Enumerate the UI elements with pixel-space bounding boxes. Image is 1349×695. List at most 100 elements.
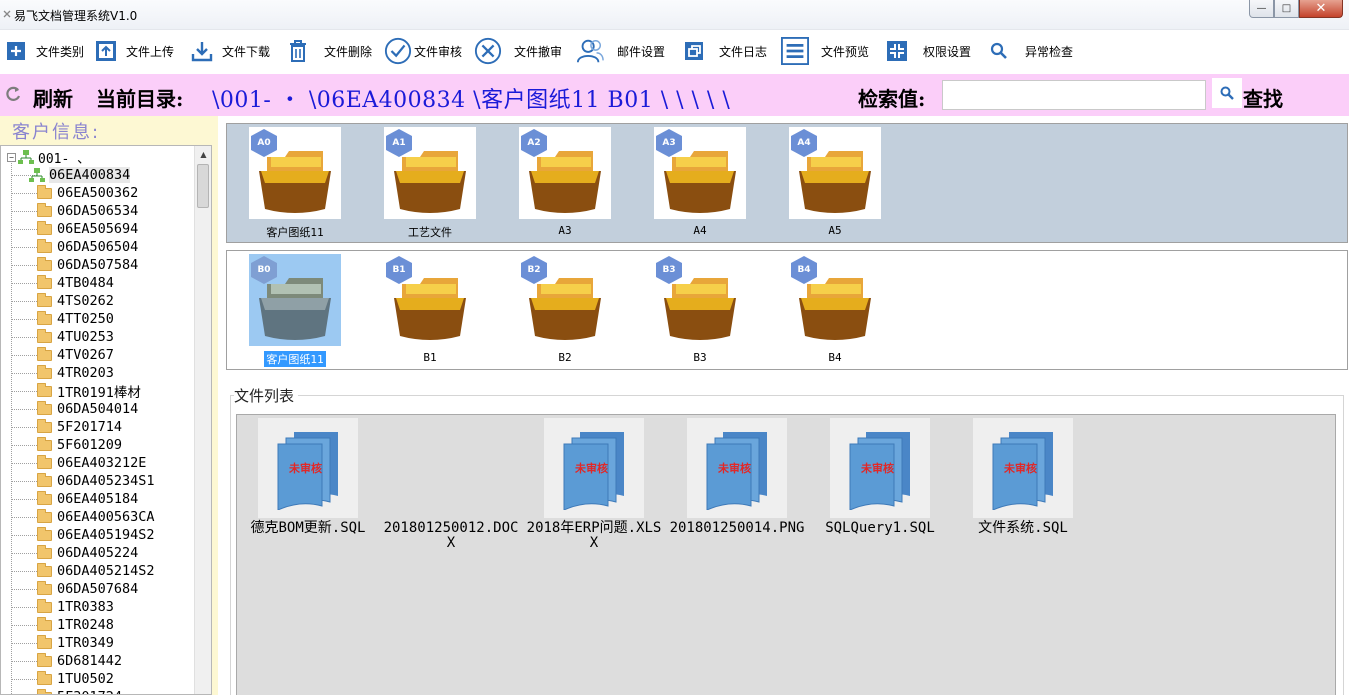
tree-item[interactable]: 06DA405214S2 (11, 562, 155, 580)
tree-item[interactable]: 4TB0484 (11, 274, 114, 292)
folder-caption: 客户图纸11 (264, 351, 326, 367)
tree-connector (11, 588, 37, 590)
tree-connector (11, 354, 37, 356)
toolbar-upload-button[interactable]: 文件上传 (92, 34, 174, 68)
refresh-button[interactable]: 刷新 (33, 83, 73, 112)
scroll-thumb[interactable] (197, 164, 209, 208)
tree-item[interactable]: 06EA500362 (11, 184, 138, 202)
tree-item-label: 1TR0191棒材 (57, 385, 141, 401)
folder-tile[interactable]: B3 B3 (654, 254, 746, 364)
collapse-icon[interactable]: − (7, 152, 16, 162)
file-tile[interactable]: 201801250012.DOCX (381, 418, 521, 551)
tree-item[interactable]: 06EA405194S2 (11, 526, 155, 544)
folder-tile[interactable]: B2 B2 (519, 254, 611, 364)
file-tile[interactable]: 未审核 2018年ERP问题.XLSX (524, 418, 664, 551)
tree-item[interactable]: 1TR0349 (11, 634, 114, 652)
tree-item[interactable]: 4TT0250 (11, 310, 114, 328)
toolbar-download-button[interactable]: 文件下载 (188, 34, 270, 68)
folder-tile[interactable]: A0 客户图纸11 (249, 127, 341, 240)
folder-tile[interactable]: B0 客户图纸11 (249, 254, 341, 367)
tree-item[interactable]: 06DA507584 (11, 256, 138, 274)
find-button[interactable]: 查找 (1243, 83, 1283, 112)
tree-item[interactable]: 1TR0383 (11, 598, 114, 616)
tree-item-label: 4TV0267 (57, 347, 114, 363)
folder-icon (37, 562, 52, 577)
tree-item[interactable]: 06DA507684 (11, 580, 138, 598)
folder-caption: B1 (423, 351, 437, 364)
tree-root-node[interactable]: − 001- 、 (7, 148, 90, 167)
tree-scrollbar[interactable]: ▲ (194, 146, 211, 694)
folder-tile[interactable]: A2 A3 (519, 127, 611, 237)
tree-item[interactable]: 5F601209 (11, 436, 122, 454)
toolbar-permission-button[interactable]: 权限设置 (883, 34, 971, 68)
tree-item[interactable]: 4TU0253 (11, 328, 114, 346)
tree-item[interactable]: 06DA405234S1 (11, 472, 155, 490)
file-tile[interactable]: 未审核 SQLQuery1.SQL (810, 418, 950, 536)
toolbar-withdraw-button[interactable]: 文件撤审 (474, 34, 562, 68)
toolbar-mail-settings-button[interactable]: 邮件设置 (576, 34, 665, 68)
search-input[interactable] (942, 80, 1206, 110)
folder-tile[interactable]: B1 B1 (384, 254, 476, 364)
folder-icon: A2 (519, 127, 611, 219)
maximize-button[interactable]: □ (1274, 0, 1299, 18)
document-stack-icon: 未审核 (830, 418, 930, 518)
tree-item[interactable]: 06DA506504 (11, 238, 138, 256)
tree-connector (11, 606, 37, 608)
compress-icon (883, 37, 911, 65)
scroll-up-icon[interactable]: ▲ (195, 146, 211, 163)
users-icon (576, 37, 604, 65)
tree-connector (11, 462, 37, 464)
tree-item[interactable]: 1TR0248 (11, 616, 114, 634)
tree-item[interactable]: 06DA504014 (11, 400, 138, 418)
tree-connector (11, 264, 37, 266)
tree-item-label: 4TT0250 (57, 311, 114, 327)
file-name: 201801250012.DOCX (383, 520, 519, 551)
tree-connector (11, 372, 37, 374)
tree-item[interactable]: 4TR0203 (11, 364, 114, 382)
folder-tile[interactable]: B4 B4 (789, 254, 881, 364)
file-tile[interactable]: 未审核 文件系统.SQL (953, 418, 1093, 536)
tree-connector (11, 192, 37, 194)
tree-item[interactable]: 4TS0262 (11, 292, 114, 310)
toolbar-file-category-button[interactable]: 文件类别 (2, 34, 84, 68)
tree-item-label: 4TS0262 (57, 293, 114, 309)
tree-item[interactable]: 06DA506534 (11, 202, 138, 220)
tree-item[interactable]: 06EA400563CA (11, 508, 155, 526)
x-circle-icon (474, 37, 502, 65)
tree-item[interactable]: 06EA403212E (11, 454, 146, 472)
tree-item[interactable]: 4TV0267 (11, 346, 114, 364)
refresh-icon[interactable] (4, 85, 22, 103)
file-name: 2018年ERP问题.XLSX (526, 520, 662, 551)
toolbar-anomaly-check-button[interactable]: 异常检查 (985, 34, 1073, 68)
toolbar-review-button[interactable]: 文件审核 (384, 34, 462, 68)
tree-item[interactable]: 06EA400834 (11, 166, 131, 184)
tree-item[interactable]: 06DA405224 (11, 544, 138, 562)
tree-item[interactable]: 06EA505694 (11, 220, 138, 238)
tree-item[interactable]: 1TU0502 (11, 670, 114, 688)
file-list: 未审核 德克BOM更新.SQL 201801250012.DOCX 未审核 2018年E… (236, 414, 1336, 695)
file-tile[interactable]: 未审核 201801250014.PNG (667, 418, 807, 536)
folder-tile[interactable]: A3 A4 (654, 127, 746, 237)
folder-icon (37, 526, 52, 541)
folder-caption: B2 (558, 351, 572, 364)
folder-icon (37, 544, 52, 559)
toolbar-label: 文件上传 (126, 44, 175, 59)
toolbar-delete-button[interactable]: 文件删除 (284, 34, 372, 68)
folder-tile[interactable]: A1 工艺文件 (384, 127, 476, 240)
toolbar-preview-button[interactable]: 文件预览 (781, 34, 869, 68)
folder-icon (37, 508, 52, 523)
tree-connector (11, 516, 37, 518)
tree-item[interactable]: 5F301724 (11, 688, 122, 694)
tree-item[interactable]: 5F201714 (11, 418, 122, 436)
minimize-button[interactable]: — (1249, 0, 1274, 18)
tree-item[interactable]: 6D681442 (11, 652, 122, 670)
toolbar-log-button[interactable]: 文件日志 (680, 34, 767, 68)
search-button[interactable] (1212, 78, 1242, 108)
close-button[interactable]: ✕ (1299, 0, 1343, 18)
folder-tile[interactable]: A4 A5 (789, 127, 881, 237)
tree-item[interactable]: 06EA405184 (11, 490, 138, 508)
tree-item[interactable]: 1TR0191棒材 (11, 382, 141, 401)
file-tile[interactable]: 未审核 德克BOM更新.SQL (238, 418, 378, 536)
folder-caption: 客户图纸11 (266, 226, 324, 239)
folder-icon (37, 490, 52, 505)
